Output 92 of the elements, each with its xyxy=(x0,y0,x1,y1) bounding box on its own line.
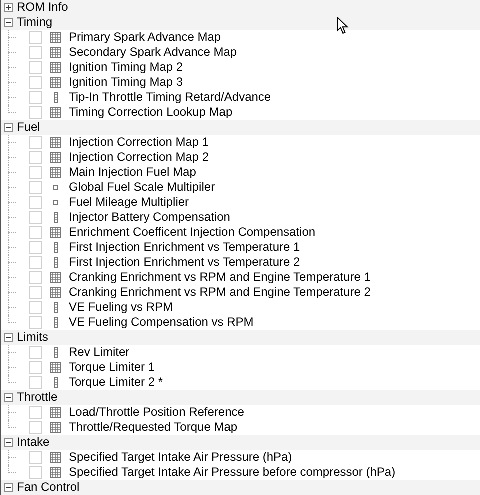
checkbox[interactable] xyxy=(29,316,42,329)
grid-icon xyxy=(50,422,61,433)
grid-icon xyxy=(50,287,61,298)
table-item-label[interactable]: Secondary Spark Advance Map xyxy=(69,45,238,60)
table-item-label[interactable]: Load/Throttle Position Reference xyxy=(69,405,244,420)
table-item-label[interactable]: First Injection Enrichment vs Temperature 1 xyxy=(69,240,300,255)
table-item-label[interactable]: Global Fuel Scale Multipiler xyxy=(69,180,216,195)
table-item-label[interactable]: Timing Correction Lookup Map xyxy=(69,105,233,120)
table-item-label[interactable]: VE Fueling Compensation vs RPM xyxy=(69,315,254,330)
checkbox[interactable] xyxy=(29,256,42,269)
checkbox[interactable] xyxy=(29,31,42,44)
category-label[interactable]: Fan Control xyxy=(17,480,80,495)
grid-icon xyxy=(50,77,61,88)
checkbox[interactable] xyxy=(29,241,42,254)
grid-icon xyxy=(50,467,61,478)
table-item-label[interactable]: Fuel Mileage Multiplier xyxy=(69,195,190,210)
expander-icon[interactable] xyxy=(4,3,13,12)
checkbox[interactable] xyxy=(29,466,42,479)
table-item-label[interactable]: VE Fueling vs RPM xyxy=(69,300,174,315)
table-item-label[interactable]: Rev Limiter xyxy=(69,345,130,360)
table-item-label[interactable]: Torque Limiter 2 * xyxy=(69,375,164,390)
category-label[interactable]: Fuel xyxy=(17,120,40,135)
category-label[interactable]: Throttle xyxy=(17,390,58,405)
checkbox[interactable] xyxy=(29,61,42,74)
checkbox[interactable] xyxy=(29,376,42,389)
table-item-label[interactable]: Main Injection Fuel Map xyxy=(69,165,196,180)
grid-icon xyxy=(50,407,61,418)
category-label[interactable]: Intake xyxy=(17,435,50,450)
table-item-label[interactable]: Enrichment Coefficent Injection Compensation xyxy=(69,225,316,240)
checkbox[interactable] xyxy=(29,451,42,464)
column-icon xyxy=(54,212,58,223)
column-icon xyxy=(54,302,58,313)
table-item-label[interactable]: Cranking Enrichment vs RPM and Engine Temperature 2 xyxy=(69,285,371,300)
table-item-label[interactable]: Cranking Enrichment vs RPM and Engine Temperature 1 xyxy=(69,270,371,285)
checkbox[interactable] xyxy=(29,151,42,164)
checkbox[interactable] xyxy=(29,346,42,359)
table-item-label[interactable]: First Injection Enrichment vs Temperature 2 xyxy=(69,255,300,270)
table-item-label[interactable]: Throttle/Requested Torque Map xyxy=(69,420,238,435)
checkbox[interactable] xyxy=(29,106,42,119)
square-icon xyxy=(53,200,58,205)
table-item-label[interactable]: Ignition Timing Map 3 xyxy=(69,75,184,90)
grid-icon xyxy=(50,167,61,178)
checkbox[interactable] xyxy=(29,301,42,314)
grid-icon xyxy=(50,32,61,43)
category-label[interactable]: Limits xyxy=(17,330,48,345)
table-item-label[interactable]: Primary Spark Advance Map xyxy=(69,30,222,45)
checkbox[interactable] xyxy=(29,421,42,434)
grid-icon xyxy=(50,272,61,283)
column-icon xyxy=(54,377,58,388)
column-icon xyxy=(54,257,58,268)
expander-icon[interactable] xyxy=(4,18,13,27)
table-item-label[interactable]: Ignition Timing Map 2 xyxy=(69,60,184,75)
checkbox[interactable] xyxy=(29,271,42,284)
grid-icon xyxy=(50,137,61,148)
category-label[interactable]: ROM Info xyxy=(17,0,68,15)
column-icon xyxy=(54,92,58,103)
grid-icon xyxy=(50,107,61,118)
table-item-label[interactable]: Torque Limiter 1 xyxy=(69,360,156,375)
checkbox[interactable] xyxy=(29,46,42,59)
column-icon xyxy=(54,317,58,328)
checkbox[interactable] xyxy=(29,286,42,299)
checkbox[interactable] xyxy=(29,406,42,419)
grid-icon xyxy=(50,152,61,163)
expander-icon[interactable] xyxy=(4,438,13,447)
table-item-label[interactable]: Injection Correction Map 1 xyxy=(69,135,210,150)
table-item-label[interactable]: Specified Target Intake Air Pressure before compressor (hPa) xyxy=(69,465,396,480)
table-item-label[interactable]: Tip-In Throttle Timing Retard/Advance xyxy=(69,90,272,105)
square-icon xyxy=(53,185,58,190)
grid-icon xyxy=(50,362,61,373)
expander-icon[interactable] xyxy=(4,333,13,342)
expander-icon[interactable] xyxy=(4,393,13,402)
checkbox[interactable] xyxy=(29,91,42,104)
grid-icon xyxy=(50,227,61,238)
expander-icon[interactable] xyxy=(4,483,13,492)
grid-icon xyxy=(50,452,61,463)
column-icon xyxy=(54,347,58,358)
table-item-label[interactable]: Injection Correction Map 2 xyxy=(69,150,210,165)
checkbox[interactable] xyxy=(29,226,42,239)
checkbox[interactable] xyxy=(29,196,42,209)
grid-icon xyxy=(50,47,61,58)
table-item-label[interactable]: Injector Battery Compensation xyxy=(69,210,230,225)
grid-icon xyxy=(50,62,61,73)
checkbox[interactable] xyxy=(29,181,42,194)
expander-icon[interactable] xyxy=(4,123,13,132)
column-icon xyxy=(54,242,58,253)
checkbox[interactable] xyxy=(29,211,42,224)
checkbox[interactable] xyxy=(29,76,42,89)
checkbox[interactable] xyxy=(29,166,42,179)
checkbox[interactable] xyxy=(29,361,42,374)
table-item-label[interactable]: Specified Target Intake Air Pressure (hPa) xyxy=(69,450,292,465)
category-label[interactable]: Timing xyxy=(17,15,53,30)
checkbox[interactable] xyxy=(29,136,42,149)
